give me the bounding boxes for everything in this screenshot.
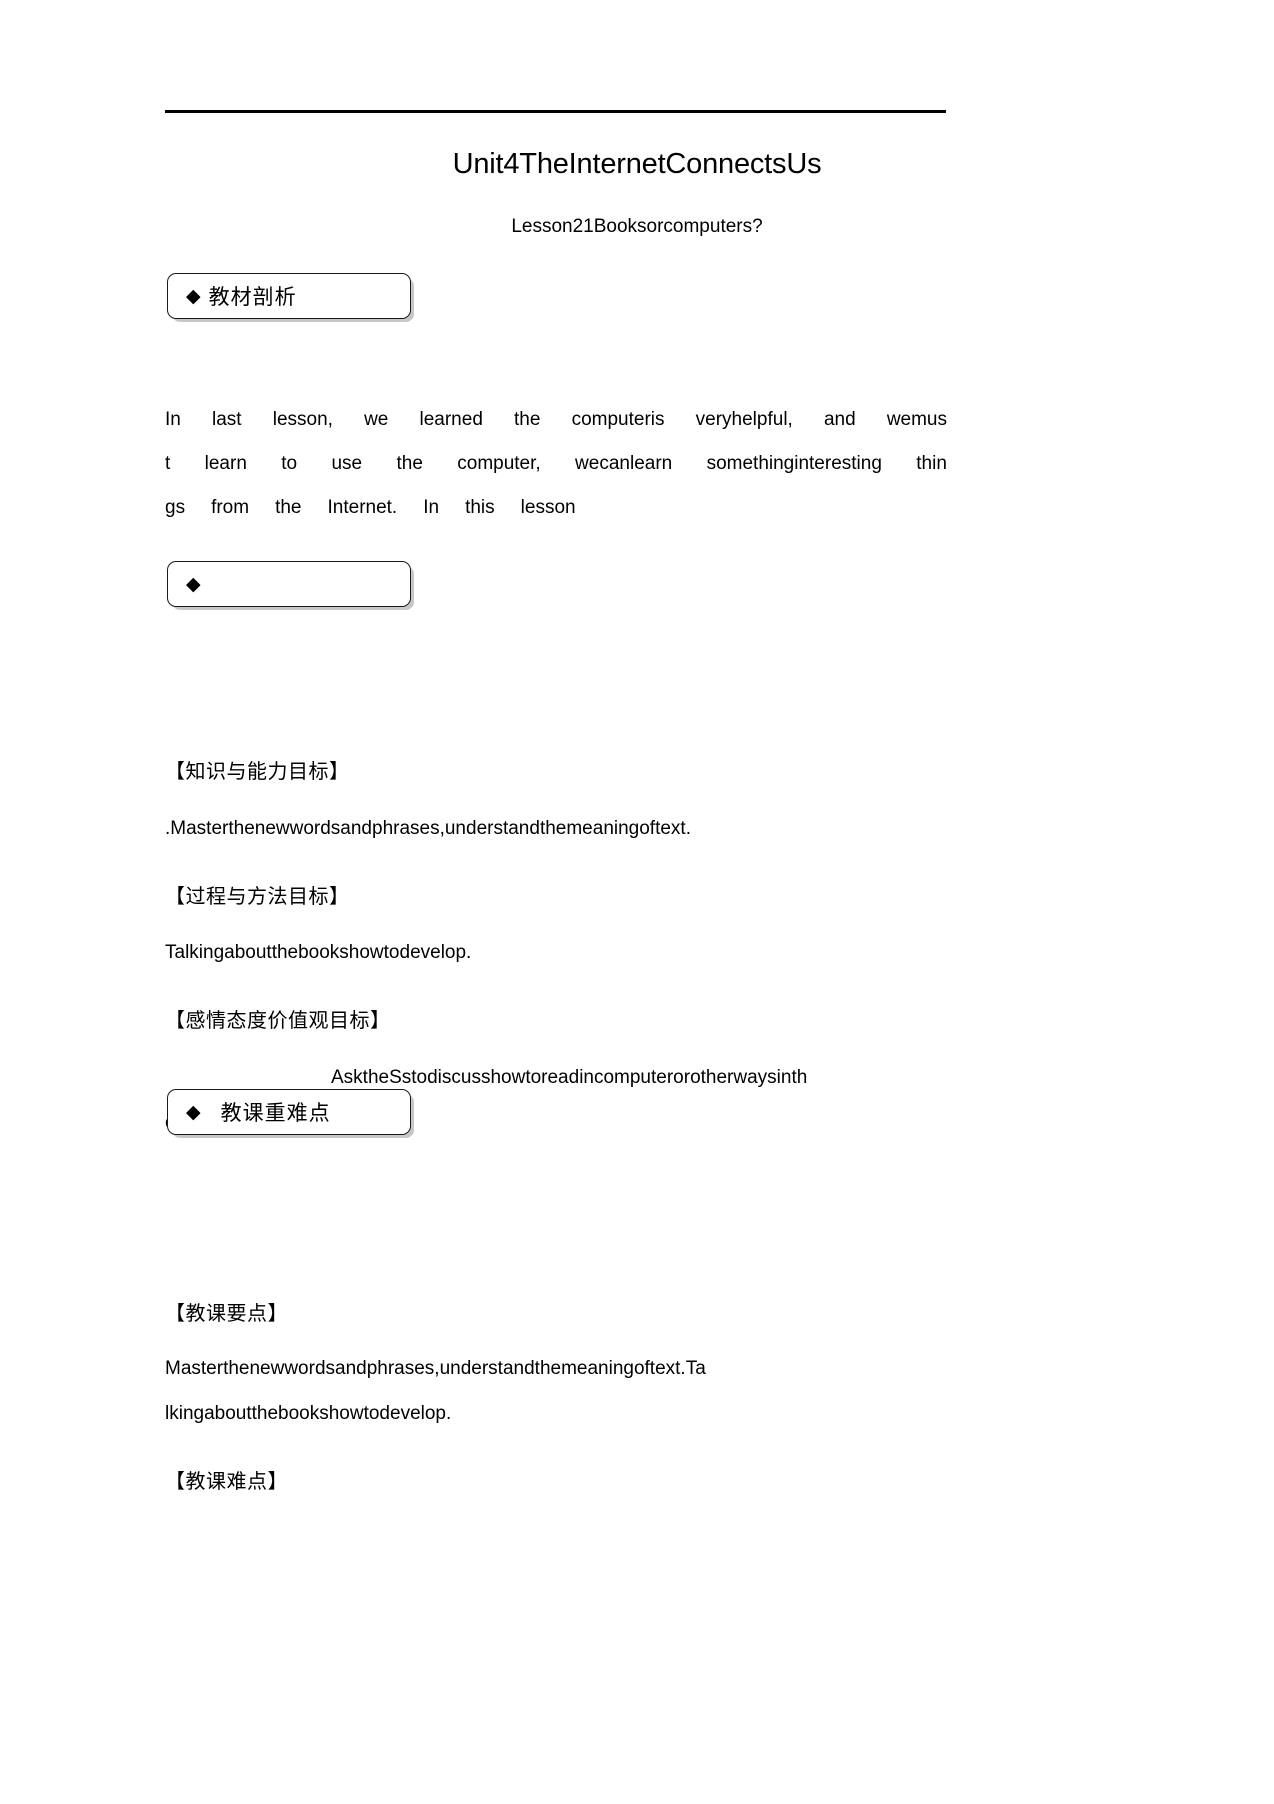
heading-knowledge-objective: 【知识与能力目标】 (165, 759, 350, 783)
section-box-key-difficulties-label: 教课重难点 (220, 1101, 331, 1125)
word: last (212, 409, 242, 430)
word: lesson (520, 497, 576, 518)
diamond-bullet-icon: ◆ (186, 285, 201, 307)
section-box-key-difficulties: ◆ 教课重难点 (167, 1089, 411, 1135)
diamond-bullet-icon: ◆ (186, 1101, 201, 1123)
heading-emotion-objective: 【感情态度价值观目标】 (165, 1008, 391, 1032)
body-knowledge-objective: .Masterthenewwordsandphrases,understandt… (165, 818, 691, 839)
word: from (211, 497, 250, 518)
word: learned (419, 409, 483, 430)
word: wecanlearn (575, 453, 673, 474)
word: we (364, 409, 389, 430)
paragraph-line: t learn to use the computer, wecanlearn … (165, 442, 947, 486)
paragraph-line: gs from the Internet. In this lesson (165, 486, 947, 530)
word: the (396, 453, 423, 474)
word: learn (204, 453, 247, 474)
word: to (281, 453, 298, 474)
word: the (275, 497, 302, 518)
word: In (165, 409, 181, 430)
page-subtitle: Lesson21Booksorcomputers? (511, 216, 763, 237)
word: Internet. (327, 497, 398, 518)
heading-process-objective: 【过程与方法目标】 (165, 884, 350, 908)
paragraph-line: In last lesson, we learned the computeri… (165, 398, 947, 442)
word: thin (916, 453, 947, 474)
word: In (423, 497, 440, 518)
word: computeris (571, 409, 665, 430)
word: computer, (457, 453, 541, 474)
section-box-analysis-label: 教材剖析 (208, 285, 297, 309)
heading-difficult-points: 【教课难点】 (165, 1469, 288, 1493)
word: gs (165, 497, 186, 518)
document-page: Unit4TheInternetConnectsUs Lesson21Books… (0, 0, 1274, 1804)
word: this (465, 497, 495, 518)
page-title: Unit4TheInternetConnectsUs (452, 148, 822, 180)
diamond-bullet-icon: ◆ (186, 573, 201, 595)
word: the (514, 409, 541, 430)
section-box-objectives: ◆ (167, 561, 411, 607)
section-box-analysis: ◆ 教材剖析 (167, 273, 411, 319)
header-rule (165, 110, 946, 113)
analysis-paragraph: In last lesson, we learned the computeri… (165, 398, 947, 530)
word: t (165, 453, 171, 474)
body-key-points-line1: Masterthenewwordsandphrases,understandth… (165, 1358, 706, 1379)
word: wemus (886, 409, 947, 430)
word: veryhelpful, (695, 409, 793, 430)
word: lesson, (272, 409, 333, 430)
heading-key-points: 【教课要点】 (165, 1301, 288, 1325)
body-emotion-objective-line1: AsktheSstodiscusshowtoreadincomputerorot… (331, 1067, 808, 1088)
word: somethinginteresting (706, 453, 882, 474)
body-process-objective: Talkingaboutthebookshowtodevelop. (165, 942, 472, 963)
word: use (331, 453, 363, 474)
word: and (823, 409, 856, 430)
body-key-points-line2: lkingaboutthebookshowtodevelop. (165, 1403, 452, 1424)
